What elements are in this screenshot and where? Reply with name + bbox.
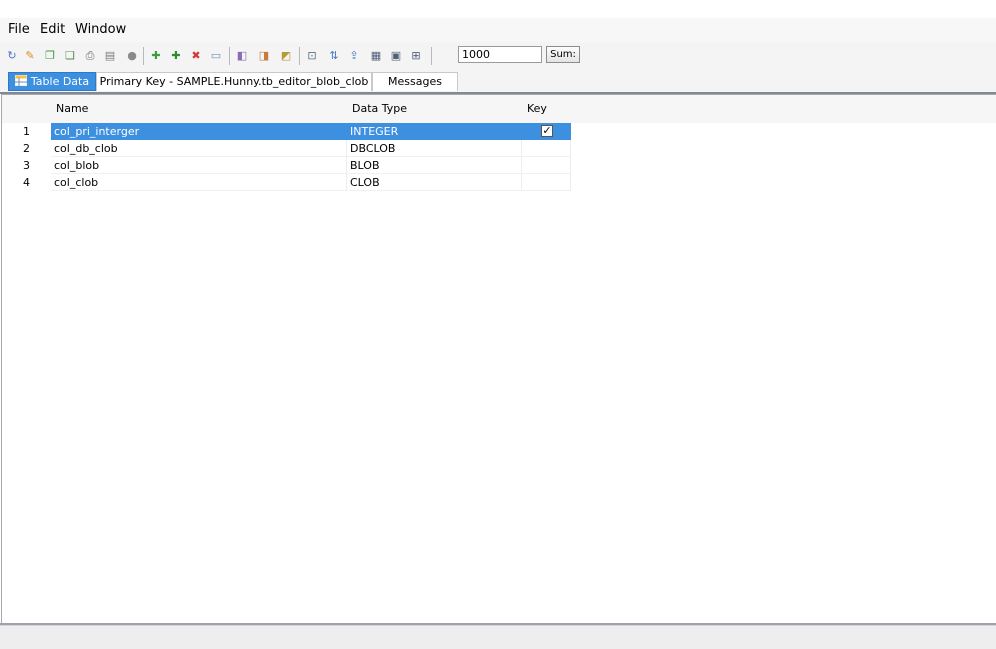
cell-data-type[interactable]: BLOB <box>347 157 522 174</box>
stop-icon[interactable]: ● <box>124 48 140 64</box>
add-row-icon[interactable]: ✚ <box>168 48 184 64</box>
paste-rows-icon[interactable]: ❏ <box>62 48 78 64</box>
toolbar-separator <box>299 47 300 65</box>
cell-key[interactable] <box>522 157 571 174</box>
tab-messages-label: Messages <box>388 75 442 88</box>
toolbar-separator <box>431 47 432 65</box>
sort-icon[interactable]: ⇅ <box>326 48 342 64</box>
copy-rows-icon[interactable]: ❐ <box>42 48 58 64</box>
cell-key[interactable]: ✓ <box>522 123 571 140</box>
cell-data-type[interactable]: CLOB <box>347 174 522 191</box>
tab-bar: Table Data Primary Key - SAMPLE.Hunny.tb… <box>0 70 996 92</box>
cell-name[interactable]: col_db_clob <box>51 140 347 157</box>
filter-icon[interactable]: ◩ <box>278 48 294 64</box>
cell-data-type[interactable]: INTEGER <box>347 123 522 140</box>
cell-key[interactable] <box>522 174 571 191</box>
menu-file[interactable]: File <box>6 22 32 37</box>
toolbar-separator <box>143 47 144 65</box>
insert-row-icon[interactable]: ✚ <box>148 48 164 64</box>
tab-messages[interactable]: Messages <box>372 72 458 91</box>
table-icon <box>14 74 27 86</box>
run-icon[interactable]: ✎ <box>22 48 38 64</box>
cell-name[interactable]: col_pri_interger <box>51 123 347 140</box>
fetch-size-icon[interactable]: ⊞ <box>408 48 424 64</box>
commit-icon[interactable]: ◧ <box>234 48 250 64</box>
cell-data-type[interactable]: DBCLOB <box>347 140 522 157</box>
key-checkbox[interactable]: ✓ <box>541 125 553 137</box>
menu-bar: File Edit Window <box>0 18 996 42</box>
column-header-data-type[interactable]: Data Type <box>347 95 522 123</box>
rollback-icon[interactable]: ◨ <box>256 48 272 64</box>
grid-view-icon[interactable]: ▦ <box>368 48 384 64</box>
row-number: 4 <box>2 174 51 191</box>
refresh-icon[interactable]: ↻ <box>4 48 20 64</box>
tab-table-data[interactable]: Table Data <box>8 72 96 91</box>
tab-table-data-label: Table Data <box>30 75 90 88</box>
menu-edit[interactable]: Edit <box>38 22 67 37</box>
menu-window[interactable]: Window <box>73 22 128 37</box>
form-view-icon[interactable]: ▣ <box>388 48 404 64</box>
cell-key[interactable] <box>522 140 571 157</box>
table-data-panel: Name Data Type Key 1 col_pri_interger INTE… <box>1 94 996 625</box>
row-number: 2 <box>2 140 51 157</box>
row-number: 3 <box>2 157 51 174</box>
column-header-name[interactable]: Name <box>51 95 347 123</box>
edit-cell-icon[interactable]: ▭ <box>208 48 224 64</box>
sum-button[interactable]: Sum: <box>546 46 580 63</box>
tab-primary-key-label: Primary Key - SAMPLE.Hunny.tb_editor_blo… <box>99 75 369 88</box>
table-row[interactable]: 1 col_pri_interger INTEGER ✓ <box>2 123 571 140</box>
row-number: 1 <box>2 123 51 140</box>
table-row[interactable]: 4 col_clob CLOB <box>2 174 571 191</box>
title-strip <box>0 0 996 18</box>
row-number-header <box>2 95 51 123</box>
column-header-key[interactable]: Key <box>522 95 996 123</box>
print-icon[interactable]: ⎙ <box>82 48 98 64</box>
status-bar <box>0 625 996 649</box>
toolbar-separator <box>229 47 230 65</box>
clipboard-icon[interactable]: ▤ <box>102 48 118 64</box>
tab-primary-key[interactable]: Primary Key - SAMPLE.Hunny.tb_editor_blo… <box>96 72 372 91</box>
delete-row-icon[interactable]: ✖ <box>188 48 204 64</box>
table-row[interactable]: 2 col_db_clob DBCLOB <box>2 140 571 157</box>
table-row[interactable]: 3 col_blob BLOB <box>2 157 571 174</box>
cell-name[interactable]: col_clob <box>51 174 347 191</box>
cell-name[interactable]: col_blob <box>51 157 347 174</box>
zoom-icon[interactable]: ⊡ <box>304 48 320 64</box>
fetch-size-input[interactable]: 1000 <box>458 46 542 63</box>
export-icon[interactable]: ⇪ <box>346 48 362 64</box>
